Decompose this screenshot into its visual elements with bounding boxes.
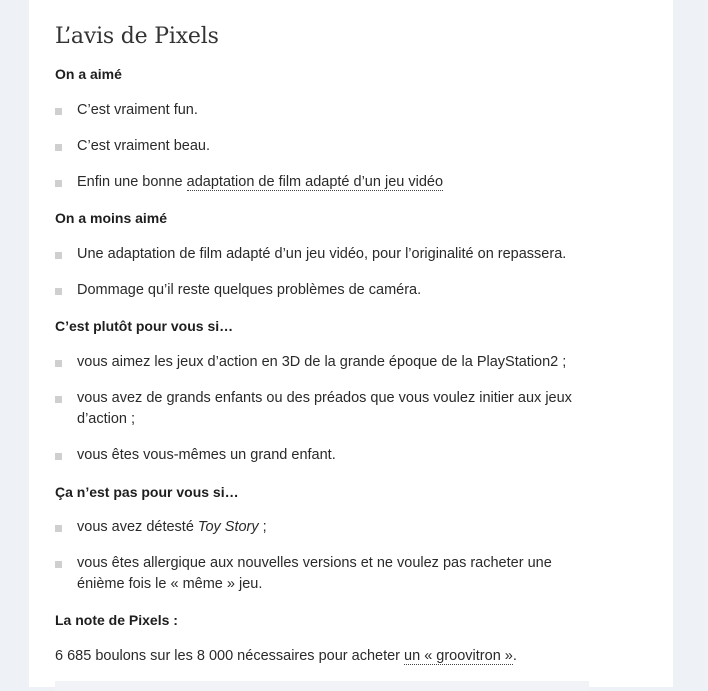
square-bullet-icon — [55, 561, 62, 568]
list-item: Une adaptation de film adapté d’un jeu v… — [55, 244, 580, 265]
list-item-text: Enfin une bonne adaptation de film adapt… — [77, 172, 580, 193]
list-item-text: C’est vraiment fun. — [77, 102, 198, 118]
list-item-text: vous aimez les jeux d’action en 3D de la… — [77, 354, 567, 370]
rating-suffix: . — [512, 648, 517, 664]
list-item-text: Une adaptation de film adapté d’un jeu v… — [77, 246, 567, 262]
list-item-prefix: Enfin une bonne — [77, 174, 187, 190]
square-bullet-icon — [55, 144, 62, 151]
list-item: vous avez détesté Toy Story ; — [55, 517, 580, 538]
for-you-heading: C’est plutôt pour vous si… — [55, 318, 234, 334]
list-item-prefix: vous avez détesté — [77, 519, 198, 535]
toy-story-title: Toy Story — [197, 519, 259, 535]
list-item: C’est vraiment fun. — [55, 100, 580, 121]
list-item: C’est vraiment beau. — [55, 136, 580, 157]
list-item: vous avez de grands enfants ou des préad… — [55, 388, 580, 430]
next-block-edge — [55, 681, 589, 691]
list-item-suffix: ; — [258, 519, 267, 535]
list-item-text: Dommage qu’il reste quelques problèmes d… — [77, 282, 422, 298]
list-item-text: C’est vraiment beau. — [77, 138, 210, 154]
square-bullet-icon — [55, 288, 62, 295]
adaptation-link[interactable]: adaptation de film adapté d’un jeu vidéo — [186, 174, 444, 191]
square-bullet-icon — [55, 108, 62, 115]
square-bullet-icon — [55, 396, 62, 403]
list-item-text: vous avez de grands enfants ou des préad… — [77, 390, 572, 427]
square-bullet-icon — [55, 180, 62, 187]
liked-heading: On a aimé — [55, 66, 122, 82]
disliked-heading: On a moins aimé — [55, 210, 168, 226]
rating-prefix: 6 685 boulons sur les 8 000 nécessaires … — [55, 648, 405, 664]
list-item-text: vous êtes allergique aux nouvelles versi… — [77, 555, 552, 592]
list-item: vous êtes vous-mêmes un grand enfant. — [55, 445, 580, 466]
square-bullet-icon — [55, 252, 62, 259]
square-bullet-icon — [55, 453, 62, 460]
list-item-text: vous avez détesté Toy Story ; — [77, 517, 580, 538]
groovitron-link[interactable]: un « groovitron » — [404, 648, 513, 665]
list-item: Dommage qu’il reste quelques problèmes d… — [55, 280, 580, 301]
square-bullet-icon — [55, 525, 62, 532]
list-item-text: vous êtes vous-mêmes un grand enfant. — [77, 447, 336, 463]
rating-heading: La note de Pixels : — [55, 612, 178, 628]
list-item: vous aimez les jeux d’action en 3D de la… — [55, 352, 580, 373]
list-item: vous êtes allergique aux nouvelles versi… — [55, 553, 580, 595]
rating-text: 6 685 boulons sur les 8 000 nécessaires … — [55, 648, 517, 665]
list-item: Enfin une bonne adaptation de film adapt… — [55, 172, 580, 193]
section-title: L’avis de Pixels — [55, 24, 219, 49]
not-for-you-heading: Ça n’est pas pour vous si… — [55, 484, 239, 500]
square-bullet-icon — [55, 360, 62, 367]
